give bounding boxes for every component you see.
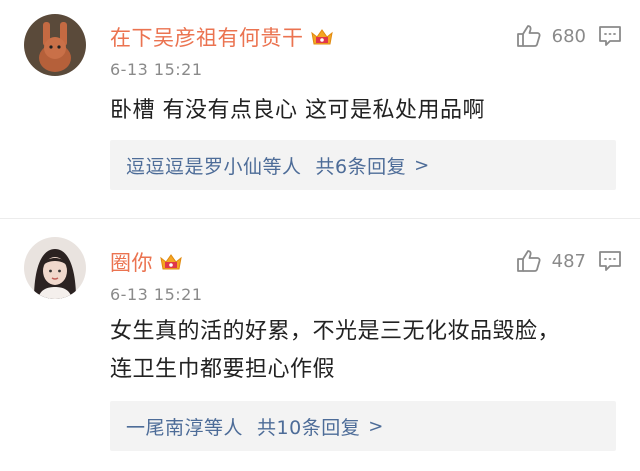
like-count: 487 xyxy=(551,250,586,272)
reply-button[interactable] xyxy=(598,250,622,272)
replies-link[interactable]: 逗逗逗是罗小仙等人 共6条回复 > xyxy=(110,140,616,190)
timestamp: 6-13 15:21 xyxy=(110,285,203,304)
username-text[interactable]: 在下吴彦祖有何贵干 xyxy=(110,22,304,52)
comment-list: 在下吴彦祖有何贵干 6-13 15:21 680 卧槽 有没有点良心 这可是私处… xyxy=(0,0,640,471)
comment-actions: 487 xyxy=(516,249,622,273)
username[interactable]: 圈你 xyxy=(110,247,183,277)
reply-authors: 一尾南淳等人 xyxy=(126,416,244,439)
replies-link[interactable]: 一尾南淳等人 共10条回复 > xyxy=(110,401,616,451)
timestamp: 6-13 15:21 xyxy=(110,60,203,79)
chevron-right-icon: > xyxy=(414,154,430,176)
like-button[interactable]: 487 xyxy=(516,249,586,273)
comment-item: 圈你 6-13 15:21 487 女生真的活的好累，不光是三无化妆品毁脸，连卫… xyxy=(0,218,640,471)
crown-vip-icon xyxy=(159,252,183,272)
reply-count: 共10条回复 xyxy=(257,416,361,439)
reply-button[interactable] xyxy=(598,25,622,47)
username-text[interactable]: 圈你 xyxy=(110,247,153,277)
comment-icon xyxy=(598,250,622,272)
comment-actions: 680 xyxy=(516,24,622,48)
comment-text: 卧槽 有没有点良心 这可是私处用品啊 xyxy=(110,98,485,123)
thumbs-up-icon xyxy=(516,24,542,48)
thumbs-up-icon xyxy=(516,249,542,273)
like-count: 680 xyxy=(551,25,586,47)
comment-icon xyxy=(598,25,622,47)
username[interactable]: 在下吴彦祖有何贵干 xyxy=(110,22,334,52)
reply-authors: 逗逗逗是罗小仙等人 xyxy=(126,155,302,178)
like-button[interactable]: 680 xyxy=(516,24,586,48)
avatar[interactable] xyxy=(24,14,86,76)
comment-item: 在下吴彦祖有何贵干 6-13 15:21 680 卧槽 有没有点良心 这可是私处… xyxy=(0,0,640,218)
reply-count: 共6条回复 xyxy=(315,155,407,178)
comment-text: 女生真的活的好累，不光是三无化妆品毁脸，连卫生巾都要担心作假 xyxy=(110,319,561,382)
avatar[interactable] xyxy=(24,237,86,299)
crown-vip-icon xyxy=(310,27,334,47)
chevron-right-icon: > xyxy=(368,415,384,437)
